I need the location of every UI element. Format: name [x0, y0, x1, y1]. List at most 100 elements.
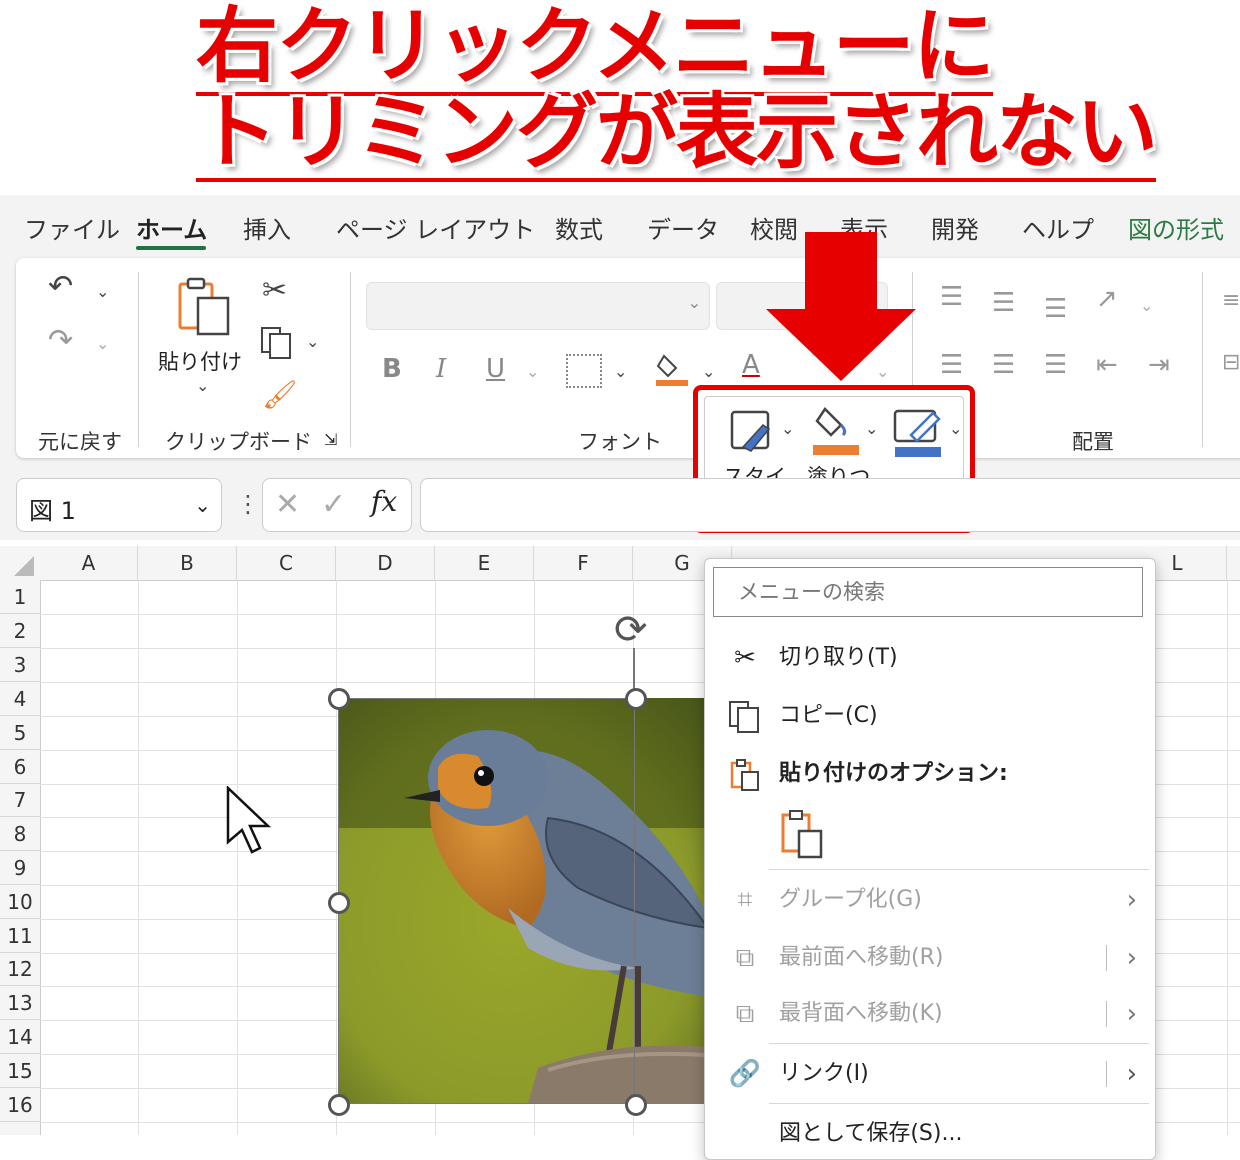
select-all-corner[interactable]: [0, 546, 40, 580]
row-header-16[interactable]: 16: [0, 1088, 40, 1122]
tab-home[interactable]: ホーム: [136, 210, 207, 245]
paste-option-button[interactable]: [779, 809, 825, 859]
chevron-down-icon[interactable]: ⌄: [702, 362, 715, 381]
column-header-a[interactable]: A: [40, 546, 138, 580]
align-middle-icon[interactable]: ☰: [992, 290, 1015, 316]
gridline: [1227, 580, 1228, 1135]
shape-fill-icon[interactable]: [811, 405, 861, 457]
insert-function-button[interactable]: fx: [371, 485, 397, 518]
row-header-12[interactable]: 12: [0, 953, 40, 986]
group-label-font: フォント: [578, 430, 662, 454]
cancel-icon[interactable]: ✕: [275, 487, 300, 522]
row-header-6[interactable]: 6: [0, 750, 40, 784]
row-header-1[interactable]: 1: [0, 580, 40, 614]
clipboard-icon[interactable]: [176, 276, 232, 338]
menu-item-link[interactable]: 🔗 リンク(I) ›: [705, 1049, 1155, 1099]
chevron-down-icon[interactable]: ⌄: [96, 334, 109, 353]
italic-button[interactable]: I: [436, 354, 446, 384]
tab-file[interactable]: ファイル: [24, 210, 120, 245]
menu-item-cut[interactable]: ✂ 切り取り(T): [705, 633, 1155, 683]
resize-handle[interactable]: [625, 1094, 647, 1116]
name-box[interactable]: 図 1 ⌄: [16, 478, 222, 532]
row-header-5[interactable]: 5: [0, 716, 40, 750]
tab-data[interactable]: データ: [647, 210, 719, 245]
shape-outline-icon[interactable]: [893, 407, 945, 457]
menu-item-group[interactable]: ⌗ グループ化(G) ›: [705, 875, 1155, 925]
paste-button-label[interactable]: 貼り付け: [158, 346, 242, 376]
column-header-e[interactable]: E: [435, 546, 534, 580]
tab-page-layout[interactable]: ページ レイアウト: [336, 210, 535, 245]
name-box-value: 図 1: [29, 497, 76, 525]
column-header-b[interactable]: B: [138, 546, 237, 580]
format-painter-icon[interactable]: 🖌: [262, 378, 298, 411]
copy-icon[interactable]: [260, 326, 294, 360]
menu-item-bring-to-front[interactable]: ⧉ 最前面へ移動(R) ›: [705, 933, 1155, 983]
formula-bar-options-icon[interactable]: ⋮: [236, 490, 260, 518]
row-header-14[interactable]: 14: [0, 1020, 40, 1054]
selection-frame: [338, 698, 635, 1104]
chevron-down-icon[interactable]: ⌄: [96, 282, 109, 301]
increase-indent-icon[interactable]: ⇥: [1148, 352, 1170, 378]
redo-icon[interactable]: ↷: [48, 326, 73, 356]
undo-icon[interactable]: ↶: [48, 272, 73, 302]
row-header-11[interactable]: 11: [0, 919, 40, 953]
formula-input[interactable]: [420, 478, 1240, 532]
tab-review[interactable]: 校閲: [750, 210, 798, 245]
merge-icon[interactable]: ⊟: [1222, 352, 1240, 374]
orientation-icon[interactable]: ↗: [1096, 286, 1118, 312]
tab-picture-format[interactable]: 図の形式: [1128, 210, 1224, 245]
resize-handle[interactable]: [328, 688, 350, 710]
scissors-icon[interactable]: ✂: [262, 276, 287, 306]
chevron-down-icon[interactable]: ⌄: [949, 419, 962, 438]
align-top-icon[interactable]: ☰: [940, 284, 963, 310]
font-name-select[interactable]: ⌄: [366, 282, 710, 330]
column-header-c[interactable]: C: [237, 546, 336, 580]
font-color-button[interactable]: A: [742, 350, 760, 380]
wrap-text-icon[interactable]: ≡: [1222, 290, 1240, 312]
column-header-f[interactable]: F: [534, 546, 633, 580]
resize-handle[interactable]: [625, 688, 647, 710]
chevron-down-icon[interactable]: ⌄: [196, 376, 209, 395]
chevron-down-icon[interactable]: ⌄: [526, 362, 539, 381]
row-header-7[interactable]: 7: [0, 784, 40, 817]
menu-item-save-as-picture[interactable]: 図として保存(S)...: [705, 1109, 1155, 1159]
fill-color-icon[interactable]: [656, 350, 690, 386]
row-header-9[interactable]: 9: [0, 851, 40, 885]
resize-handle[interactable]: [328, 1094, 350, 1116]
chevron-down-icon[interactable]: ⌄: [781, 419, 794, 438]
row-header-4[interactable]: 4: [0, 682, 40, 716]
shape-style-icon[interactable]: [729, 409, 775, 455]
align-bottom-icon[interactable]: ☰: [1044, 296, 1067, 322]
row-header-3[interactable]: 3: [0, 648, 40, 682]
row-header-2[interactable]: 2: [0, 614, 40, 648]
bold-button[interactable]: B: [382, 354, 402, 384]
row-header-10[interactable]: 10: [0, 885, 40, 919]
tab-help[interactable]: ヘルプ: [1022, 210, 1094, 245]
chevron-down-icon[interactable]: ⌄: [865, 419, 878, 438]
enter-icon[interactable]: ✓: [321, 487, 346, 522]
link-icon: 🔗: [728, 1059, 762, 1089]
tab-formulas[interactable]: 数式: [555, 210, 603, 245]
chevron-down-icon[interactable]: ⌄: [1140, 296, 1153, 315]
row-header-8[interactable]: 8: [0, 817, 40, 851]
decrease-indent-icon[interactable]: ⇤: [1096, 352, 1118, 378]
dialog-launcher-icon[interactable]: ⇲: [324, 430, 337, 449]
resize-handle[interactable]: [328, 892, 350, 914]
underline-button[interactable]: U: [486, 354, 505, 384]
row-header-13[interactable]: 13: [0, 986, 40, 1020]
chevron-down-icon[interactable]: ⌄: [614, 362, 627, 381]
rotate-handle-icon[interactable]: ⟳: [614, 610, 648, 650]
align-left-icon[interactable]: ☰: [940, 352, 963, 378]
tab-developer[interactable]: 開発: [931, 210, 979, 245]
align-center-icon[interactable]: ☰: [992, 352, 1015, 378]
chevron-down-icon[interactable]: ⌄: [194, 493, 211, 517]
tab-insert[interactable]: 挿入: [243, 210, 291, 245]
chevron-down-icon[interactable]: ⌄: [306, 332, 319, 351]
menu-item-send-to-back[interactable]: ⧉ 最背面へ移動(K) ›: [705, 989, 1155, 1039]
column-header-d[interactable]: D: [336, 546, 435, 580]
menu-search-input[interactable]: メニューの検索: [713, 567, 1143, 617]
align-right-icon[interactable]: ☰: [1044, 352, 1067, 378]
row-header-15[interactable]: 15: [0, 1054, 40, 1088]
menu-item-copy[interactable]: コピー(C): [705, 691, 1155, 741]
borders-icon[interactable]: [566, 354, 602, 388]
